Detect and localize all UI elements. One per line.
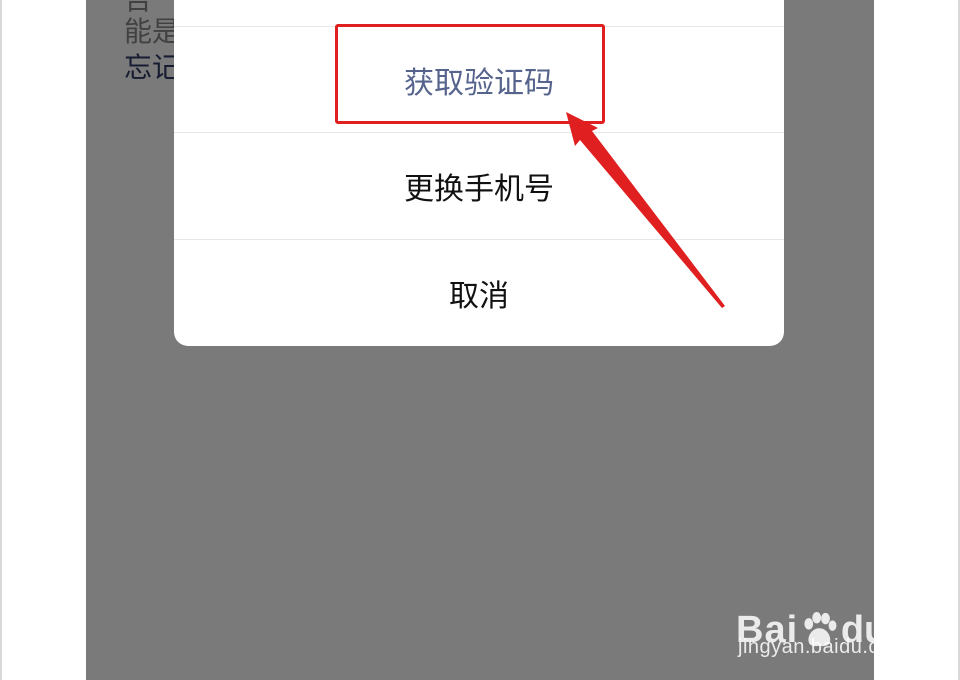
change-phone-number-button[interactable]: 更换手机号 bbox=[174, 133, 784, 239]
get-verification-code-button[interactable]: 获取验证码 bbox=[174, 27, 784, 133]
page: 告 能是 忘记 获取验证码 更换手机号 取消 Bai du 经 bbox=[0, 0, 960, 680]
phone-screen: 告 能是 忘记 获取验证码 更换手机号 取消 bbox=[86, 0, 874, 680]
cancel-button[interactable]: 取消 bbox=[174, 240, 784, 346]
page-border-left bbox=[0, 0, 2, 680]
watermark-brand-cn: 经验 bbox=[893, 594, 924, 673]
action-sheet: 获取验证码 更换手机号 取消 bbox=[174, 0, 784, 346]
